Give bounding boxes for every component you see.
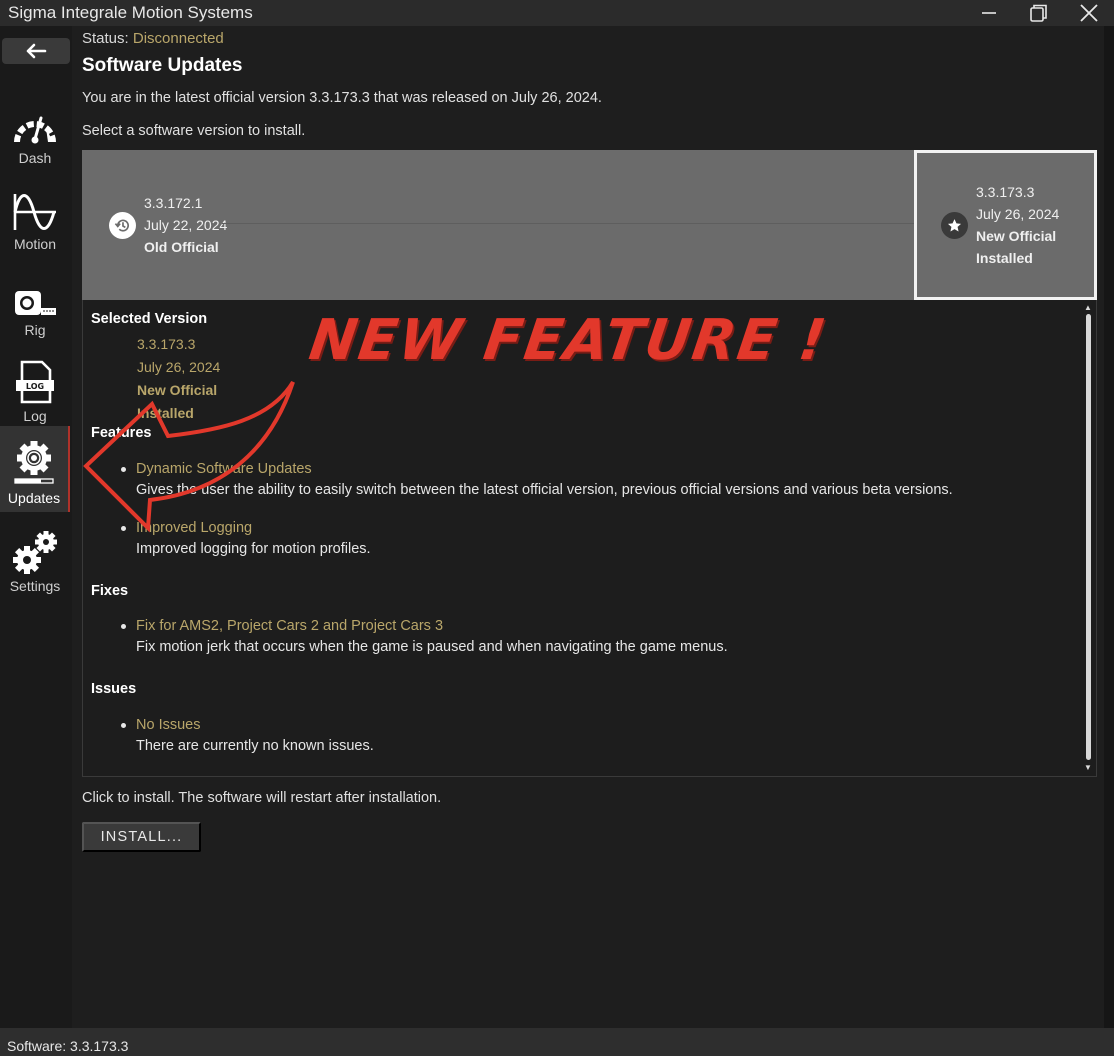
sidebar-item-motion[interactable]: Motion xyxy=(0,172,70,258)
close-icon xyxy=(1080,4,1098,22)
issue-item: No Issues There are currently no known i… xyxy=(121,717,374,754)
scroll-up-icon[interactable]: ▲ xyxy=(1084,304,1092,312)
sidebar-item-label: Settings xyxy=(9,578,61,594)
feature-title: Improved Logging xyxy=(136,520,253,536)
sidebar-item-dash[interactable]: Dash xyxy=(0,86,70,172)
version-info: 3.3.172.1 July 22, 2024 Old Official xyxy=(144,192,227,258)
svg-text:LOG: LOG xyxy=(26,382,44,391)
log-file-icon: LOG xyxy=(16,360,54,404)
window-edge xyxy=(1104,26,1114,1028)
star-icon xyxy=(941,211,968,239)
back-button[interactable] xyxy=(2,38,70,64)
selected-version-heading: Selected Version xyxy=(91,311,208,327)
feature-item: Dynamic Software Updates Gives the user … xyxy=(121,461,953,498)
version-info: 3.3.173.3 July 26, 2024 New Official Ins… xyxy=(976,181,1059,269)
sidebar-item-log[interactable]: LOG Log xyxy=(0,344,70,430)
restore-icon xyxy=(1030,4,1047,22)
feature-item: Improved Logging Improved logging for mo… xyxy=(121,520,371,557)
sidebar-item-label: Dash xyxy=(18,150,52,166)
sidebar-item-label: Log xyxy=(23,408,47,424)
bullet-dot xyxy=(121,623,126,629)
speedometer-icon xyxy=(14,116,56,144)
select-version-prompt: Select a software version to install. xyxy=(82,123,306,139)
bullet-dot xyxy=(121,525,126,531)
fix-description: Fix motion jerk that occurs when the gam… xyxy=(136,639,728,655)
version-card-old-official[interactable]: 3.3.172.1 July 22, 2024 Old Official xyxy=(82,150,914,300)
sidebar-item-settings[interactable]: Settings xyxy=(0,514,70,600)
sidebar-item-label: Motion xyxy=(13,236,57,252)
divider xyxy=(222,223,914,224)
version-number: 3.3.173.3 xyxy=(976,184,1035,200)
sidebar-item-label: Rig xyxy=(24,322,46,338)
version-number: 3.3.172.1 xyxy=(144,195,203,211)
fixes-heading: Fixes xyxy=(91,583,129,599)
bullet-dot xyxy=(121,466,126,472)
page-title: Software Updates xyxy=(82,55,243,76)
version-status: Installed xyxy=(976,250,1033,266)
issue-description: There are currently no known issues. xyxy=(136,738,374,754)
sidebar-item-label: Updates xyxy=(7,490,61,506)
install-button[interactable]: INSTALL... xyxy=(82,822,201,852)
selected-version-status: Installed xyxy=(137,405,194,421)
version-name: New Official xyxy=(976,228,1057,244)
version-name: Old Official xyxy=(144,239,219,255)
status-label: Status: xyxy=(82,30,129,47)
fix-item: Fix for AMS2, Project Cars 2 and Project… xyxy=(121,618,728,655)
sidebar: Dash Motion Rig LOG Log Updates Settings xyxy=(0,26,72,1028)
restore-button[interactable] xyxy=(1014,0,1064,26)
software-version-status: Software: 3.3.173.3 xyxy=(7,1038,129,1054)
status-bar: Software: 3.3.173.3 xyxy=(0,1028,1114,1056)
sidebar-item-updates[interactable]: Updates xyxy=(0,426,70,512)
connection-status: Status: Disconnected xyxy=(82,30,224,47)
title-bar: Sigma Integrale Motion Systems xyxy=(0,0,1114,26)
selected-version-date: July 26, 2024 xyxy=(137,359,221,375)
version-date: July 22, 2024 xyxy=(144,217,228,233)
selected-version-name: New Official xyxy=(137,382,218,398)
window-controls xyxy=(964,0,1114,26)
status-value: Disconnected xyxy=(132,30,224,47)
gear-progress-icon xyxy=(14,441,54,484)
history-icon xyxy=(109,211,136,239)
issue-title: No Issues xyxy=(136,717,201,733)
window-title: Sigma Integrale Motion Systems xyxy=(8,3,253,22)
install-note: Click to install. The software will rest… xyxy=(82,790,442,806)
version-list: 3.3.172.1 July 22, 2024 Old Official 3.3… xyxy=(82,150,1097,300)
fix-title: Fix for AMS2, Project Cars 2 and Project… xyxy=(136,618,444,634)
feature-title: Dynamic Software Updates xyxy=(136,461,312,477)
bullet-dot xyxy=(121,722,126,728)
sidebar-item-rig[interactable]: Rig xyxy=(0,258,70,344)
feature-description: Improved logging for motion profiles. xyxy=(136,541,371,557)
arrow-left-icon xyxy=(26,43,47,59)
close-button[interactable] xyxy=(1064,0,1114,26)
scroll-thumb[interactable] xyxy=(1086,314,1091,760)
release-notes-panel: Selected Version 3.3.173.3 July 26, 2024… xyxy=(82,300,1097,777)
features-heading: Features xyxy=(91,425,152,441)
scroll-down-icon[interactable]: ▼ xyxy=(1084,764,1092,772)
tape-measure-icon xyxy=(15,291,56,315)
sine-wave-icon xyxy=(13,194,56,230)
version-card-new-official[interactable]: 3.3.173.3 July 26, 2024 New Official Ins… xyxy=(914,150,1097,300)
feature-description: Gives the user the ability to easily swi… xyxy=(136,482,953,498)
version-date: July 26, 2024 xyxy=(976,206,1060,222)
release-notes-scrollbar[interactable]: ▲ ▼ xyxy=(1084,304,1092,772)
selected-version-info: 3.3.173.3 July 26, 2024 New Official Ins… xyxy=(137,333,220,425)
selected-version-number: 3.3.173.3 xyxy=(137,336,196,352)
issues-heading: Issues xyxy=(91,681,137,697)
gears-icon xyxy=(13,531,57,574)
current-version-text: You are in the latest official version 3… xyxy=(82,90,602,106)
minimize-icon xyxy=(982,12,996,14)
minimize-button[interactable] xyxy=(964,0,1014,26)
